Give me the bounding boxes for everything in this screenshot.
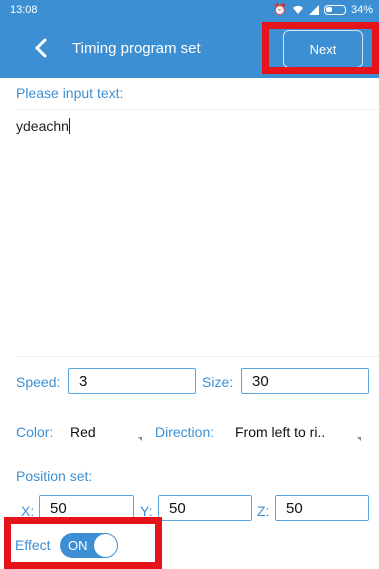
- z-label: Z:: [257, 503, 270, 519]
- direction-dropdown-icon[interactable]: [357, 437, 361, 441]
- signal-icon: [308, 4, 319, 15]
- status-time: 13:08: [10, 4, 38, 16]
- page-title: Timing program set: [72, 40, 201, 57]
- divider: [16, 356, 379, 357]
- divider: [16, 109, 379, 110]
- color-select[interactable]: Red: [70, 424, 96, 440]
- status-bar: 13:08 ⏰ 34%: [0, 0, 379, 20]
- back-arrow-icon[interactable]: [30, 36, 54, 60]
- position-label: Position set:: [16, 468, 93, 484]
- speed-label: Speed:: [16, 374, 61, 390]
- highlight-box-next: [262, 22, 379, 74]
- z-input[interactable]: 50: [275, 495, 369, 521]
- alarm-icon: ⏰: [273, 4, 287, 16]
- battery-icon: [323, 4, 346, 15]
- color-label: Color:: [16, 424, 54, 440]
- text-input[interactable]: ydeachn: [16, 118, 70, 134]
- direction-select[interactable]: From left to ri..: [235, 424, 325, 440]
- input-prompt-label: Please input text:: [16, 85, 124, 101]
- battery-level: 34%: [350, 3, 373, 16]
- speed-input[interactable]: 3: [68, 368, 196, 394]
- highlight-box-effect: [4, 517, 162, 569]
- direction-label: Direction:: [155, 424, 215, 440]
- color-dropdown-icon[interactable]: [138, 437, 142, 441]
- text-input-value: ydeachn: [16, 118, 69, 134]
- size-input[interactable]: 30: [241, 368, 369, 394]
- size-label: Size:: [202, 374, 234, 390]
- wifi-icon: [292, 5, 303, 14]
- text-cursor: [68, 118, 70, 134]
- status-icons: ⏰ 34%: [273, 3, 373, 17]
- y-input[interactable]: 50: [158, 495, 252, 521]
